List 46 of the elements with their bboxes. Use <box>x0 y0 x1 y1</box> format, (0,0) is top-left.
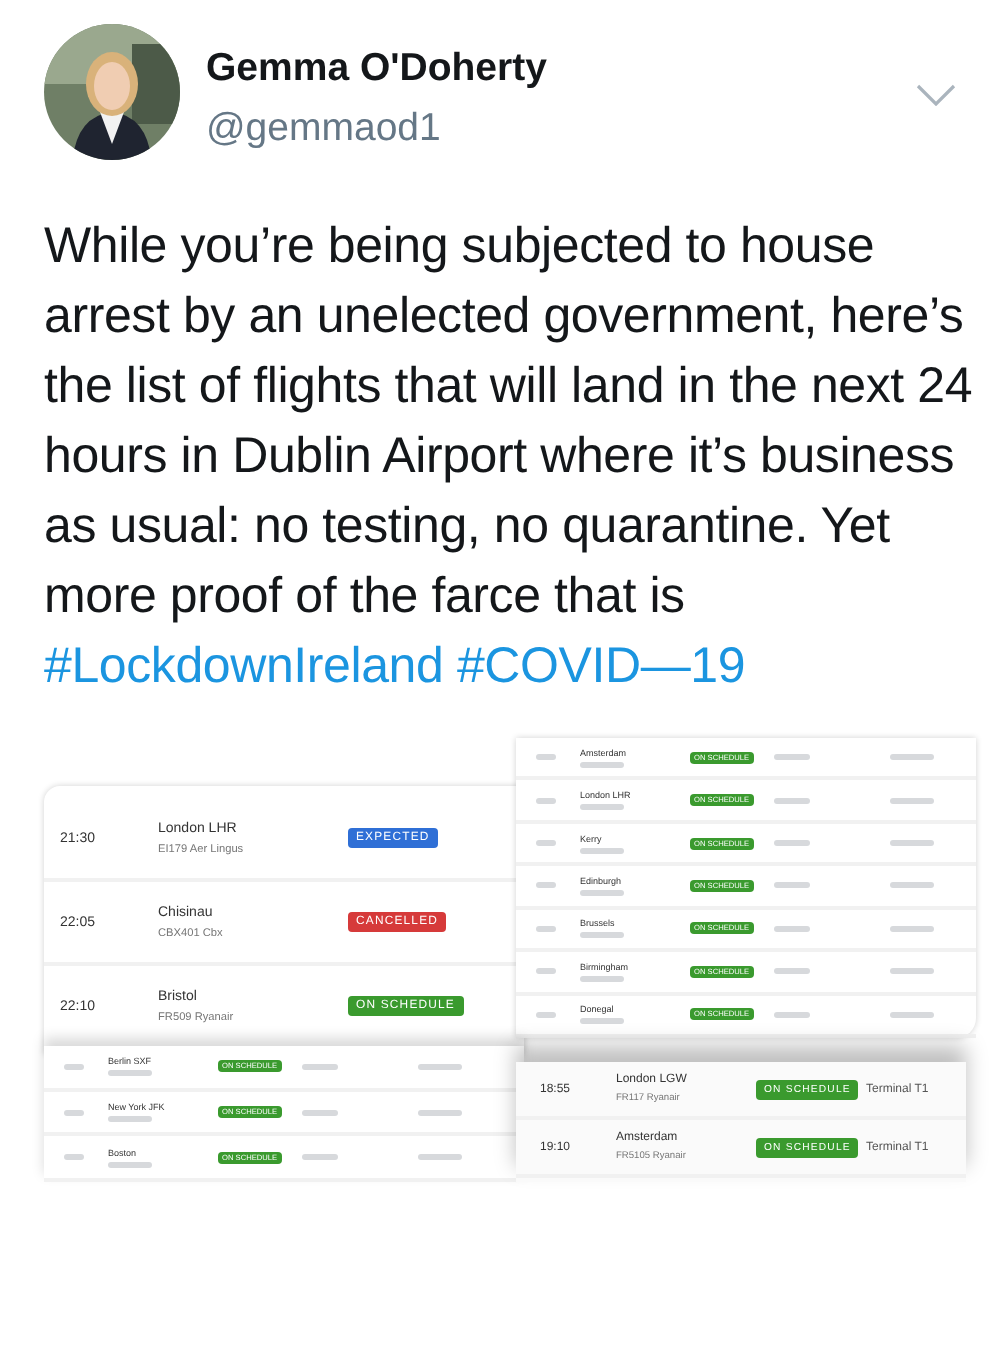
blurred-text <box>774 882 810 889</box>
blurred-text <box>580 804 624 811</box>
hashtag-link[interactable]: #LockdownIreland <box>44 638 444 694</box>
blurred-text <box>536 840 556 847</box>
blurred-text <box>302 1063 338 1070</box>
blurred-text <box>774 797 810 804</box>
blurred-text <box>890 882 934 889</box>
blurred-text <box>302 1154 338 1161</box>
blurred-text <box>580 889 624 896</box>
blurred-text <box>64 1154 84 1161</box>
author-handle: @gemmaod1 <box>206 106 443 152</box>
blurred-text <box>536 968 556 975</box>
blurred-text <box>418 1154 462 1161</box>
blurred-text <box>536 925 556 932</box>
blurred-text <box>536 797 556 804</box>
blurred-text <box>536 1011 556 1018</box>
blurred-text <box>774 754 810 761</box>
blurred-text <box>64 1063 84 1070</box>
blurred-text <box>108 1161 152 1168</box>
blurred-text <box>890 797 934 804</box>
blurred-text <box>302 1109 338 1115</box>
blurred-text <box>774 840 810 847</box>
blurred-text <box>774 968 810 975</box>
blurred-text <box>890 1011 934 1018</box>
chevron-down-icon[interactable] <box>916 84 956 106</box>
blurred-text <box>890 925 934 932</box>
tweet-text: While you’re being subjected to house arrest by an unelected government, here’s the list of flights that will land in the next 24 hours in Dublin Airport where it’s business as usual: no testing, no quarantine. Yet more proof of the farce that is #LockdownIreland #COVID—19 <box>42 216 975 698</box>
hashtag-link[interactable]: #COVID—19 <box>456 638 746 694</box>
blurred-text <box>580 1018 624 1025</box>
blurred-text <box>890 754 934 761</box>
blurred-text <box>108 1070 152 1077</box>
blurred-text <box>774 1011 810 1018</box>
blurred-text <box>536 882 556 889</box>
author-name: Gemma O'Doherty <box>206 46 549 92</box>
blurred-text <box>774 925 810 932</box>
blurred-text <box>64 1109 84 1115</box>
blurred-text <box>418 1063 462 1070</box>
blurred-text <box>418 1109 462 1115</box>
blurred-text <box>580 975 624 982</box>
blurred-text <box>108 1116 152 1122</box>
blurred-text <box>536 754 556 761</box>
blurred-text <box>580 932 624 939</box>
blurred-text <box>890 968 934 975</box>
blurred-text <box>580 847 624 854</box>
blurred-text <box>580 761 624 768</box>
blurred-text <box>890 840 934 847</box>
